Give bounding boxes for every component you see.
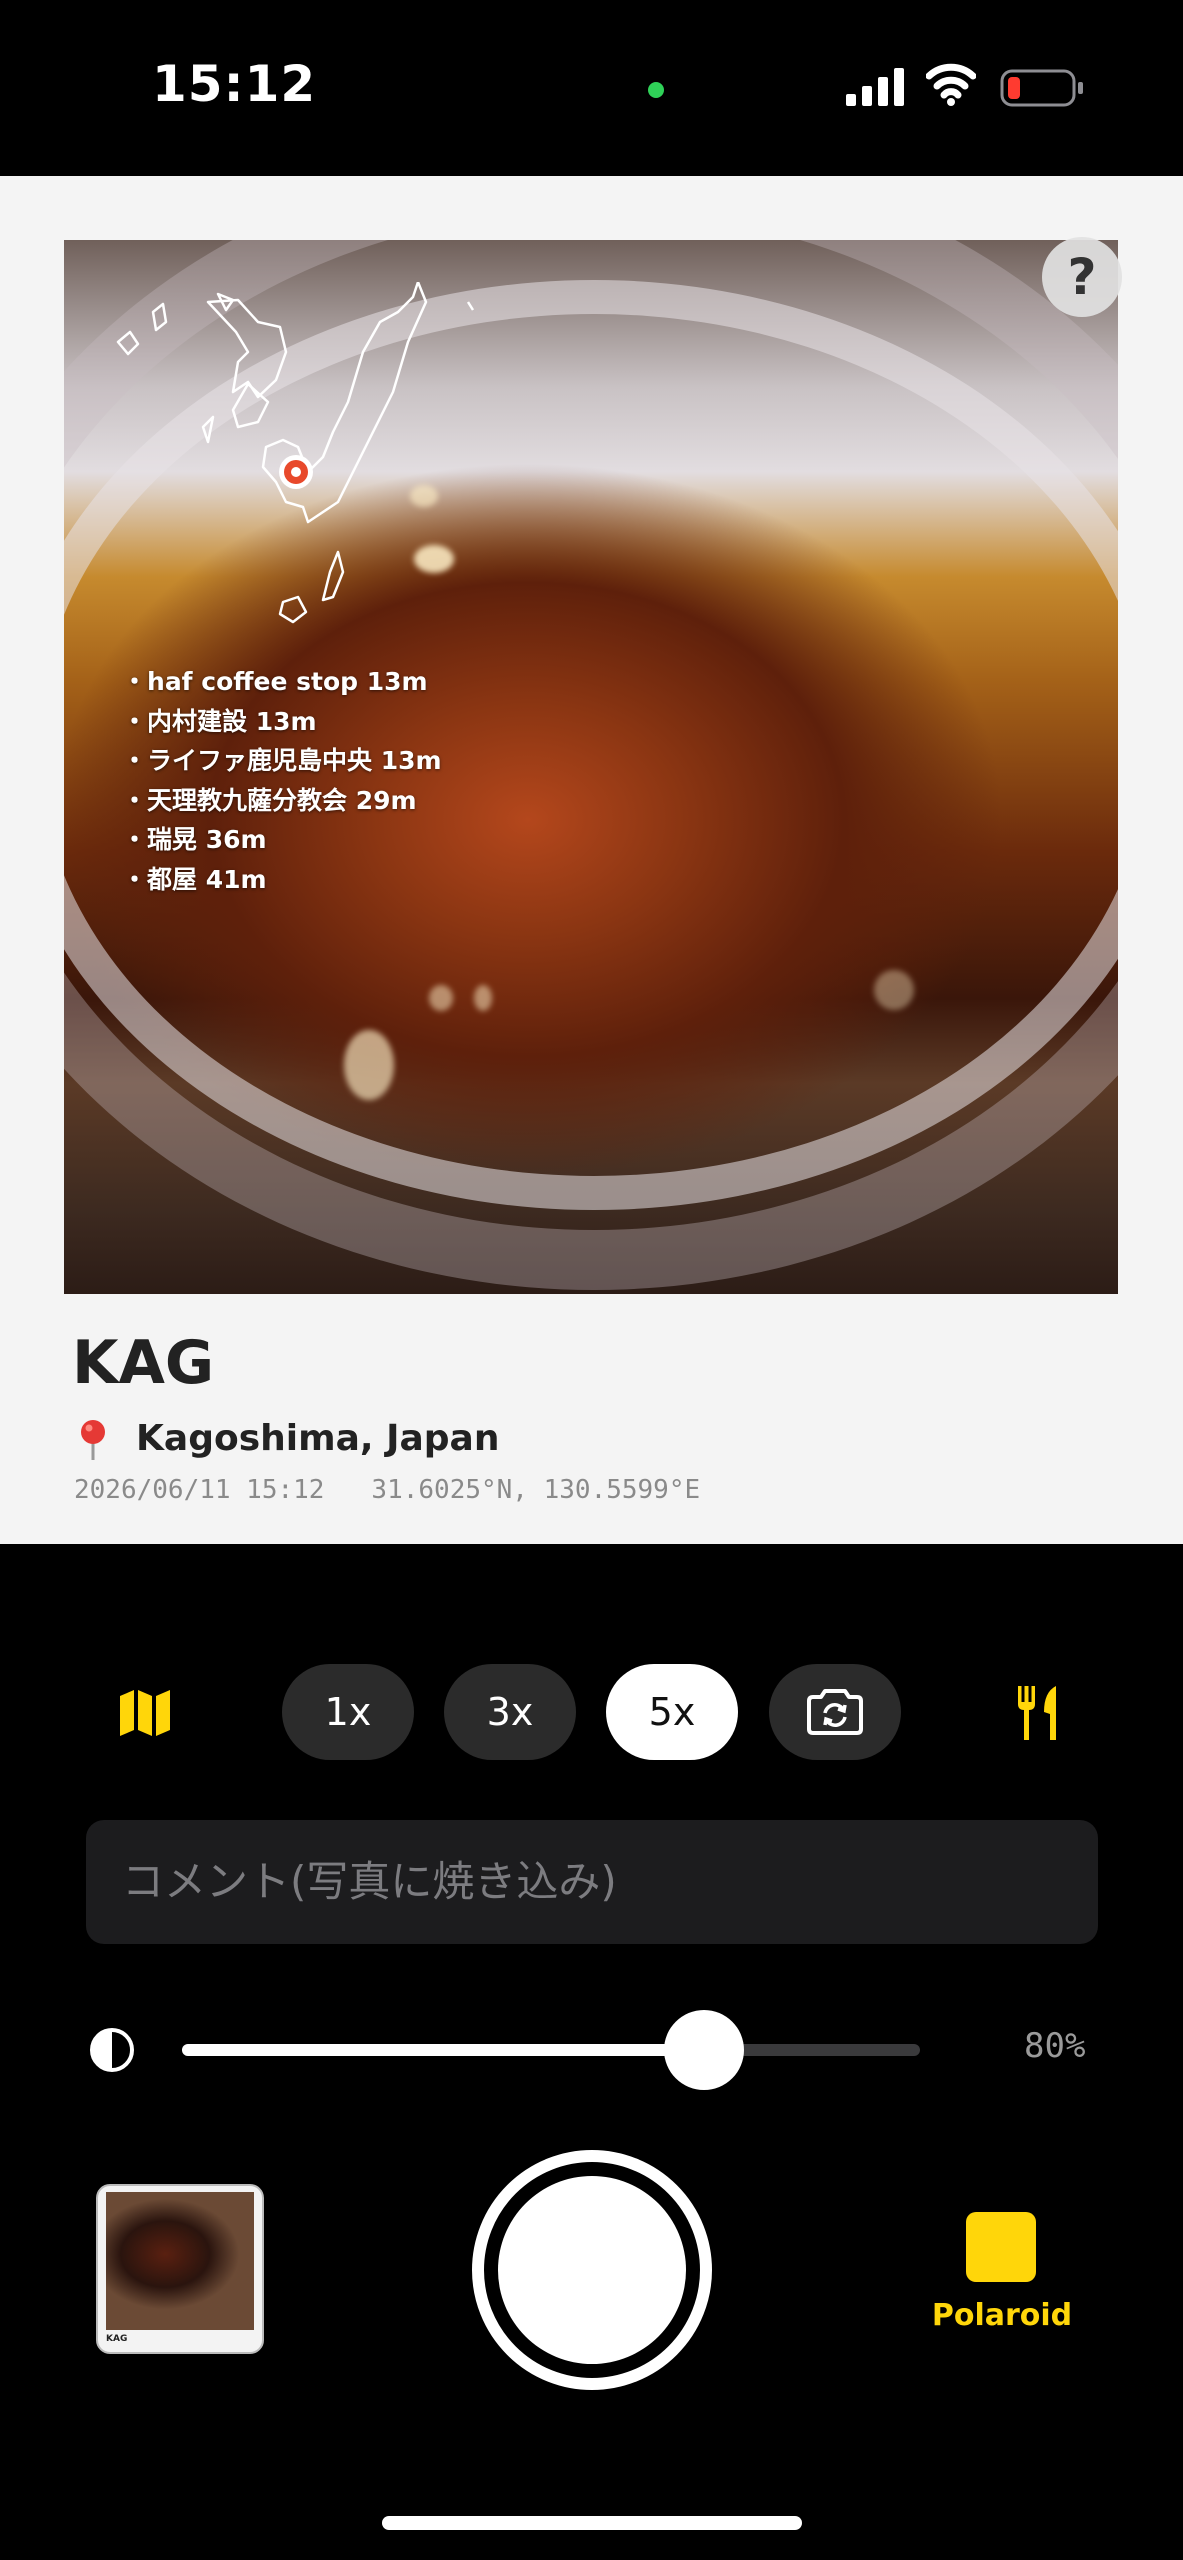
film-mode-label[interactable]: Polaroid: [920, 2298, 1084, 2333]
zoom-5x-button[interactable]: 5x: [606, 1664, 738, 1760]
flip-camera-button[interactable]: [769, 1664, 901, 1760]
nearby-places-list: haf coffee stop 13m 内村建設 13m ライファ鹿児島中央 1…: [122, 662, 442, 899]
opacity-slider-fill: [182, 2044, 704, 2056]
nearby-place: 天理教九薩分教会 29m: [122, 781, 442, 821]
last-photo-thumbnail[interactable]: KAG: [96, 2184, 264, 2354]
card-title: KAG: [72, 1328, 215, 1398]
nearby-place: haf coffee stop 13m: [122, 662, 442, 702]
kyushu-map-overlay: [116, 282, 475, 624]
cellular-signal-icon: [846, 68, 904, 106]
flip-camera-icon: [807, 1689, 863, 1735]
film-color-swatch[interactable]: [966, 2212, 1036, 2282]
nearby-place: 瑞晃 36m: [122, 820, 442, 860]
nearby-place: ライファ鹿児島中央 13m: [122, 741, 442, 781]
status-time: 15:12: [152, 55, 317, 113]
utensils-icon[interactable]: [1016, 1684, 1060, 1742]
nearby-place: 内村建設 13m: [122, 702, 442, 742]
opacity-value: 80%: [1024, 2026, 1086, 2066]
wifi-icon: [926, 63, 976, 106]
card-metadata: 2026/06/11 15:12 31.6025°N, 130.5599°E: [74, 1475, 700, 1505]
nearby-place: 都屋 41m: [122, 860, 442, 900]
shutter-button-inner[interactable]: [498, 2176, 686, 2364]
help-button[interactable]: ?: [1042, 237, 1122, 317]
zoom-1x-button[interactable]: 1x: [282, 1664, 414, 1760]
home-indicator: [382, 2516, 802, 2530]
battery-low-icon: [1000, 69, 1083, 107]
contrast-icon: [90, 2028, 134, 2072]
opacity-slider-thumb[interactable]: [663, 2010, 744, 2090]
pin-icon: [81, 1420, 105, 1460]
thumbnail-caption: KAG: [106, 2334, 128, 2344]
map-icon[interactable]: [118, 1688, 172, 1738]
card-location: Kagoshima, Japan: [136, 1418, 500, 1459]
camera-in-use-indicator: [648, 82, 664, 98]
comment-input[interactable]: コメント(写真に焼き込み): [86, 1820, 1098, 1944]
card-date-time: 2026/06/11 15:12: [74, 1475, 325, 1505]
card-coordinates: 31.6025°N, 130.5599°E: [371, 1475, 701, 1505]
zoom-3x-button[interactable]: 3x: [444, 1664, 576, 1760]
